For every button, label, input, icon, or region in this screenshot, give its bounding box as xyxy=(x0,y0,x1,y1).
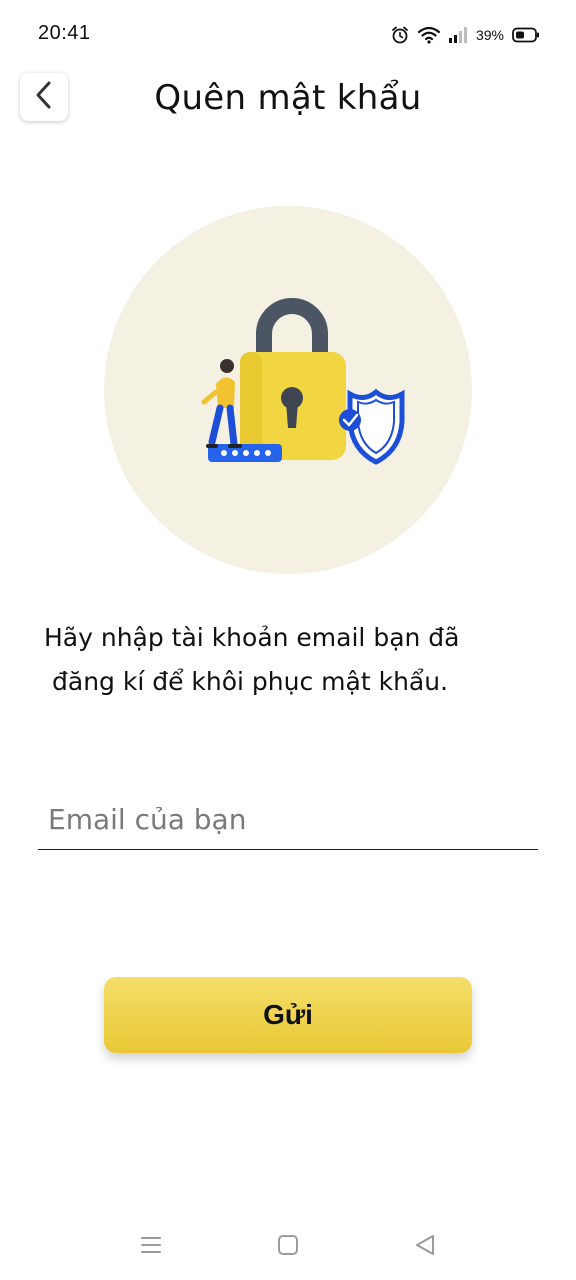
status-bar: 20:41 39% xyxy=(0,0,576,70)
home-icon[interactable] xyxy=(273,1230,303,1260)
instruction-line-2: đăng kí để khôi phục mật khẩu. xyxy=(52,667,449,696)
lock-illustration xyxy=(104,206,472,574)
status-time: 20:41 xyxy=(38,22,91,44)
wifi-icon xyxy=(417,26,440,44)
status-icons: 39% xyxy=(390,22,540,48)
forgot-password-screen: 20:41 39% Quên mật khẩu Hãy nhập tài kho… xyxy=(0,0,576,1280)
battery-icon xyxy=(512,27,540,43)
instruction-line-1: Hãy nhập tài khoản email bạn đã xyxy=(44,623,460,652)
system-nav-bar xyxy=(0,1214,576,1280)
battery-percent: 39% xyxy=(475,27,504,43)
submit-button[interactable]: Gửi xyxy=(104,977,472,1053)
email-input[interactable] xyxy=(38,790,538,850)
signal-icon xyxy=(448,27,468,43)
menu-icon[interactable] xyxy=(136,1230,166,1260)
alarm-icon xyxy=(390,25,410,45)
page-title: Quên mật khẩu xyxy=(154,78,422,118)
back-triangle-icon[interactable] xyxy=(410,1230,440,1260)
instruction-text: Hãy nhập tài khoản email bạn đã đăng kí … xyxy=(44,616,544,704)
